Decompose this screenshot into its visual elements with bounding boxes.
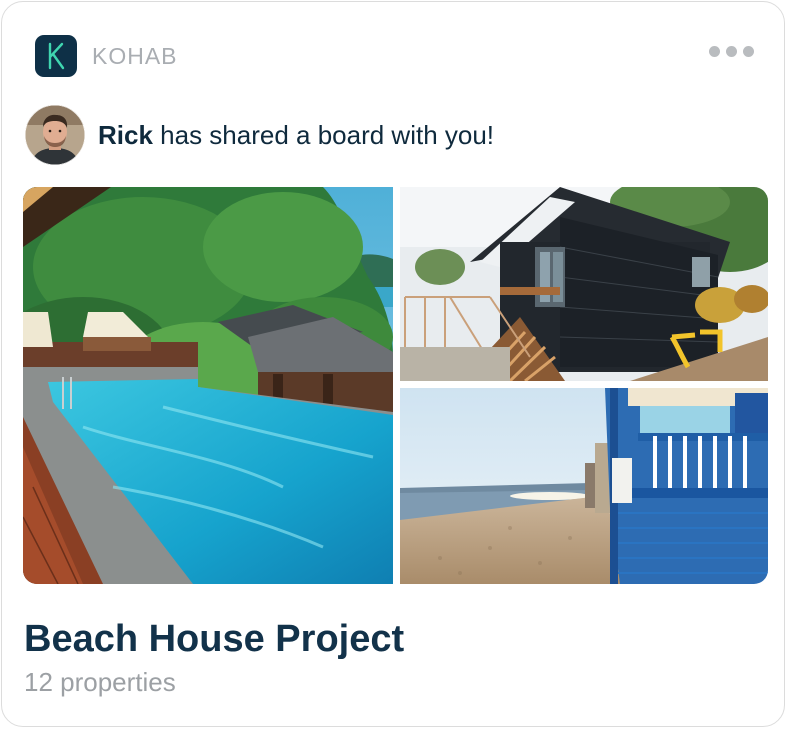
share-message-text: has shared a board with you! — [152, 120, 495, 150]
photo-timber-house[interactable] — [400, 187, 768, 381]
app-name: KOHAB — [92, 43, 178, 69]
board-title[interactable]: Beach House Project — [24, 616, 404, 662]
more-options-icon[interactable] — [709, 46, 754, 57]
property-count: 12 properties — [24, 667, 176, 697]
notification-card[interactable]: KOHAB Rick has shared a board with you! — [1, 1, 785, 727]
avatar — [25, 105, 85, 165]
board-photo-gallery[interactable] — [23, 187, 768, 584]
photo-beach-huts[interactable] — [400, 388, 768, 584]
sender-name[interactable]: Rick — [98, 120, 153, 150]
kohab-logo-icon — [35, 35, 77, 77]
photo-pool[interactable] — [23, 187, 393, 584]
share-message: Rick has shared a board with you! — [98, 118, 494, 152]
